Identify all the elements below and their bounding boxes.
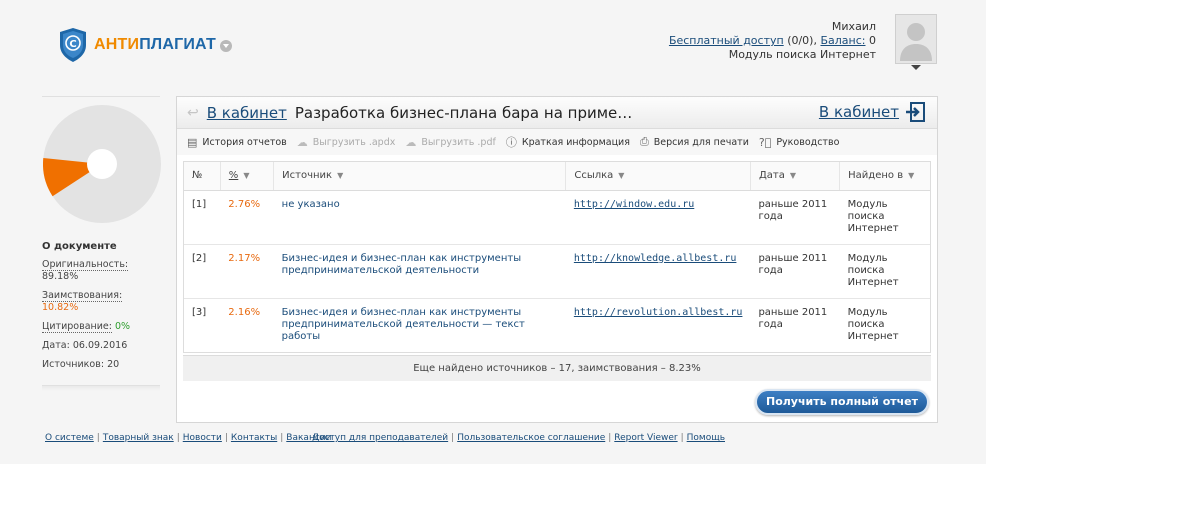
stat-sources: Источников: 20 [42, 359, 120, 370]
free-access-link[interactable]: Бесплатный доступ [669, 34, 784, 47]
info-icon: ⓘ [505, 136, 517, 149]
history-button[interactable]: ▤ История отчетов [187, 136, 287, 149]
cabinet-link[interactable]: В кабинет [207, 104, 287, 122]
col-source[interactable]: Источник ▼ [273, 162, 567, 191]
col-date[interactable]: Дата ▼ [750, 162, 841, 191]
user-info: Михаил Бесплатный доступ (0/0), Баланс: … [668, 20, 876, 61]
footer-link-trademark[interactable]: Товарный знак [103, 433, 174, 443]
avatar[interactable] [895, 14, 937, 64]
row-source[interactable]: не указано [273, 190, 566, 245]
footer-link-agreement[interactable]: Пользовательское соглашение [457, 433, 605, 443]
row-link: http://window.edu.ru [565, 190, 751, 245]
row-link: http://revolution.allbest.ru [573, 306, 743, 318]
row-link: http://knowledge.allbest.ru [565, 244, 751, 299]
sort-down-icon[interactable]: ▼ [243, 171, 249, 180]
balance-link[interactable]: Баланс: [820, 34, 865, 47]
row-num: [2] [184, 244, 221, 299]
sources-table: № % ▼ Источник ▼ Ссылка ▼ Дата ▼ Найдено в ▼ … [184, 162, 930, 352]
stat-borrowing: Заимствования: 10.82% [42, 290, 123, 313]
balance-value: 0 [869, 34, 876, 47]
logo-text: АНТИПЛАГИАТ [94, 36, 216, 53]
table-row[interactable]: [3] 2.16% Бизнес-идея и бизнес-план как … [184, 298, 930, 352]
row-date: раньше 2011 года [758, 306, 828, 330]
footer-link-help[interactable]: Помощь [687, 433, 725, 443]
cabinet-link-right[interactable]: В кабинет [819, 102, 925, 122]
row-pct: 2.17% [220, 244, 274, 299]
panel-title-bar: ↩ В кабинет Разработка бизнес-плана бара… [177, 97, 937, 129]
logo[interactable]: C АНТИПЛАГИАТ [58, 27, 232, 63]
row-pct: 2.16% [228, 306, 261, 318]
report-toolbar: ▤ История отчетов ☁ Выгрузить .apdx ☁ Выгру… [177, 129, 937, 155]
document-icon: ▤ [187, 135, 198, 149]
footer-link-about[interactable]: О системе [45, 433, 94, 443]
sort-icon[interactable]: ▼ [908, 171, 914, 180]
printer-icon: ⎙ [639, 135, 649, 148]
user-module: Модуль поиска Интернет [728, 48, 876, 61]
sort-icon[interactable]: ▼ [790, 171, 796, 180]
exit-icon[interactable] [905, 102, 925, 122]
footer-link-contacts[interactable]: Контакты [231, 433, 277, 443]
row-source[interactable]: Бизнес-идея и бизнес-план как инструмент… [273, 244, 566, 299]
row-found: Модуль поиска Интернет [839, 244, 930, 299]
footer-right-links: Доступ для преподавателей | Пользовательск… [312, 433, 725, 443]
table-header: № % ▼ Источник ▼ Ссылка ▼ Дата ▼ Найдено в ▼ [184, 162, 930, 191]
sources-table-wrap: № % ▼ Источник ▼ Ссылка ▼ Дата ▼ Найдено в ▼ … [183, 161, 931, 353]
col-pct[interactable]: % ▼ [220, 162, 275, 191]
table-row[interactable]: [2] 2.17% Бизнес-идея и бизнес-план как … [184, 244, 930, 299]
pie-center-hole [87, 149, 117, 179]
cloud-download-icon: ☁ [405, 135, 417, 149]
originality-pie-chart [43, 105, 161, 223]
row-found: Модуль поиска Интернет [839, 190, 930, 245]
help-icon: ?⃝ [758, 135, 772, 149]
row-found: Модуль поиска Интернет [847, 306, 899, 342]
left-summary: О документе Оригинальность: 89.18% Заимс… [42, 96, 161, 391]
user-name: Михаил [831, 20, 876, 33]
free-access-value: (0/0) [787, 34, 814, 47]
get-full-report-button[interactable]: Получить полный отчет [755, 389, 929, 415]
brief-info-button[interactable]: ⓘ Краткая информация [506, 134, 630, 150]
export-pdf-button[interactable]: ☁ Выгрузить .pdf [405, 136, 495, 149]
footer-link-news[interactable]: Новости [183, 433, 222, 443]
page: C АНТИПЛАГИАТ Михаил Бесплатный доступ (… [0, 0, 986, 464]
row-num: [1] [184, 190, 221, 245]
footer-left-links: О системе | Товарный знак | Новости | Контакты… [45, 433, 332, 443]
user-silhouette-icon [900, 23, 932, 61]
chevron-down-icon[interactable] [219, 40, 232, 52]
back-arrow-icon[interactable]: ↩ [187, 105, 199, 121]
more-sources-note: Еще найдено источников – 17, заимствован… [183, 355, 931, 381]
avatar-menu-arrow-icon[interactable] [911, 65, 921, 70]
stat-date: Дата: 06.09.2016 [42, 340, 128, 351]
stat-originality: Оригинальность: 89.18% [42, 259, 129, 282]
report-panel: ↩ В кабинет Разработка бизнес-плана бара… [176, 96, 938, 423]
table-row[interactable]: [1] 2.76% не указано http://window.edu.r… [184, 190, 930, 245]
footer-link-teachers[interactable]: Доступ для преподавателей [312, 433, 448, 443]
footer-link-report-viewer[interactable]: Report Viewer [614, 433, 677, 443]
col-num: № [184, 162, 221, 191]
export-apdx-button[interactable]: ☁ Выгрузить .apdx [297, 136, 396, 149]
row-num: [3] [192, 306, 207, 318]
cloud-download-icon: ☁ [296, 135, 308, 149]
sort-icon[interactable]: ▼ [618, 171, 624, 180]
guide-button[interactable]: ?⃝ Руководство [759, 136, 840, 149]
sort-icon[interactable]: ▼ [337, 171, 343, 180]
row-pct: 2.76% [220, 190, 274, 245]
row-date: раньше 2011 года [750, 244, 840, 299]
stat-citation: Цитирование: 0% [42, 321, 131, 333]
about-title: О документе [42, 241, 117, 252]
svg-text:C: C [69, 39, 76, 50]
document-title: Разработка бизнес-плана бара на приме… [294, 103, 633, 122]
row-source[interactable]: Бизнес-идея и бизнес-план как инструмент… [274, 298, 566, 352]
row-date: раньше 2011 года [750, 190, 840, 245]
col-found[interactable]: Найдено в ▼ [839, 162, 930, 191]
shield-icon: C [60, 28, 86, 62]
col-link[interactable]: Ссылка ▼ [565, 162, 751, 191]
print-version-button[interactable]: ⎙ Версия для печати [640, 135, 749, 149]
